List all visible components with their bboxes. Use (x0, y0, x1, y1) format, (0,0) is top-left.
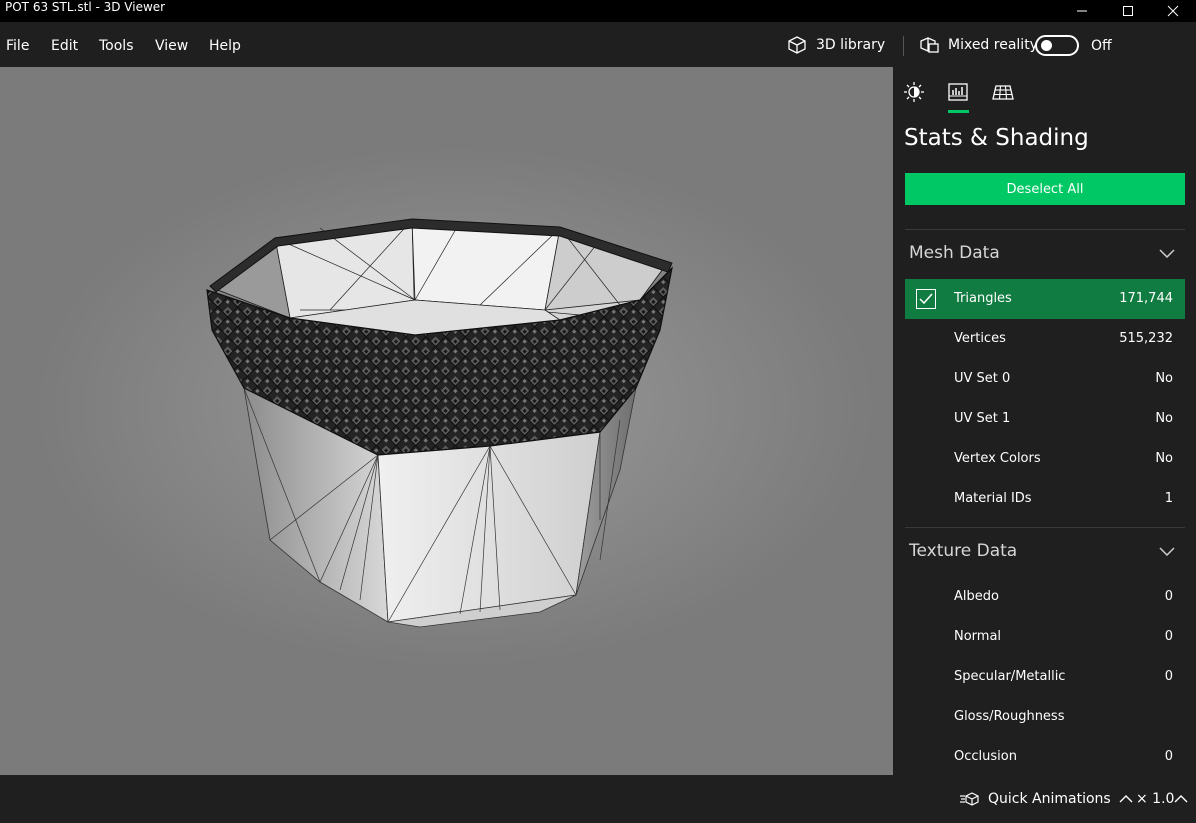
chevron-down-icon[interactable] (1159, 546, 1175, 556)
chevron-down-icon[interactable] (1159, 248, 1175, 258)
window-title: POT 63 STL.stl - 3D Viewer (5, 0, 166, 14)
quick-animations-label: Quick Animations (988, 791, 1111, 807)
mesh-row-material-ids[interactable]: Material IDs 1 (905, 479, 1185, 519)
row-value: 0 (1164, 749, 1173, 764)
chevron-up-icon[interactable] (1174, 794, 1188, 804)
3d-library-button[interactable]: 3D library (786, 34, 885, 56)
row-label: Triangles (954, 291, 1012, 306)
title-bar: POT 63 STL.stl - 3D Viewer (0, 0, 1196, 22)
mixed-reality-label: Mixed reality (948, 37, 1038, 53)
menu-help[interactable]: Help (209, 37, 241, 55)
animation-cube-icon (960, 792, 979, 806)
row-label: Specular/Metallic (954, 669, 1066, 684)
lighting-icon (904, 82, 924, 102)
3d-viewport[interactable] (0, 67, 893, 775)
checkbox-triangles[interactable] (916, 289, 936, 309)
texture-row-occlusion[interactable]: Occlusion 0 (905, 737, 1185, 775)
row-value: 515,232 (1119, 331, 1173, 346)
mesh-row-uv-set-1[interactable]: UV Set 1 No (905, 399, 1185, 439)
mixed-reality-button[interactable]: Mixed reality (918, 34, 1038, 56)
cube-icon (788, 36, 806, 54)
quick-animations-button[interactable]: Quick Animations (960, 789, 1133, 809)
mixed-reality-icon (920, 37, 939, 53)
section-divider (905, 527, 1185, 528)
row-value: 1 (1164, 491, 1173, 506)
texture-row-gloss-roughness[interactable]: Gloss/Roughness (905, 697, 1185, 737)
texture-row-normal[interactable]: Normal 0 (905, 617, 1185, 657)
mixed-reality-toggle[interactable] (1035, 35, 1079, 56)
row-label: Albedo (954, 589, 999, 604)
maximize-button[interactable] (1105, 0, 1151, 22)
row-label: Vertex Colors (954, 451, 1041, 466)
active-tab-indicator (948, 110, 969, 113)
row-value: 0 (1164, 669, 1173, 684)
speed-multiplier[interactable]: × 1.0 (1136, 791, 1174, 807)
mesh-row-vertex-colors[interactable]: Vertex Colors No (905, 439, 1185, 479)
row-label: Material IDs (954, 491, 1032, 506)
texture-row-specular-metallic[interactable]: Specular/Metallic 0 (905, 657, 1185, 697)
mesh-data-header[interactable]: Mesh Data (909, 243, 1000, 263)
status-bar: Quick Animations × 1.0 (0, 775, 1196, 823)
menu-tools[interactable]: Tools (99, 37, 134, 55)
minimize-icon (1077, 10, 1087, 12)
close-icon (1167, 5, 1179, 17)
deselect-all-button[interactable]: Deselect All (905, 173, 1185, 205)
tab-lighting[interactable] (902, 81, 926, 103)
row-value: 0 (1164, 589, 1173, 604)
row-value: No (1155, 371, 1173, 386)
grid-icon (992, 85, 1014, 100)
menu-file[interactable]: File (6, 37, 29, 55)
3d-library-label: 3D library (816, 37, 886, 53)
close-button[interactable] (1150, 0, 1196, 22)
pot-model (206, 218, 673, 628)
row-label: UV Set 0 (954, 371, 1011, 386)
tab-grid[interactable] (991, 81, 1015, 103)
section-divider (905, 229, 1185, 230)
row-value: 0 (1164, 629, 1173, 644)
texture-data-header[interactable]: Texture Data (909, 541, 1017, 561)
row-value: 171,744 (1119, 291, 1173, 306)
row-label: Gloss/Roughness (954, 709, 1065, 724)
row-label: Normal (954, 629, 1002, 644)
menu-bar: File Edit Tools View Help 3D library Mix… (0, 22, 1196, 67)
maximize-icon (1123, 6, 1133, 16)
row-label: Occlusion (954, 749, 1017, 764)
tab-stats[interactable] (946, 81, 970, 103)
row-value: No (1155, 451, 1173, 466)
stats-icon (948, 83, 968, 101)
panel-title: Stats & Shading (904, 125, 1089, 151)
mixed-reality-state: Off (1091, 38, 1112, 54)
menu-view[interactable]: View (155, 37, 188, 55)
minimize-button[interactable] (1059, 0, 1105, 22)
menu-edit[interactable]: Edit (51, 37, 78, 55)
row-value: No (1155, 411, 1173, 426)
checkmark-icon (919, 293, 933, 305)
row-label: UV Set 1 (954, 411, 1011, 426)
row-label: Vertices (954, 331, 1006, 346)
chevron-up-icon (1119, 795, 1133, 803)
mesh-row-uv-set-0[interactable]: UV Set 0 No (905, 359, 1185, 399)
mesh-row-vertices[interactable]: Vertices 515,232 (905, 319, 1185, 359)
mesh-row-triangles[interactable]: Triangles 171,744 (905, 279, 1185, 319)
stats-shading-panel: Stats & Shading Deselect All Mesh Data T… (893, 67, 1196, 775)
toggle-knob (1041, 40, 1052, 51)
texture-row-albedo[interactable]: Albedo 0 (905, 577, 1185, 617)
toolbar-divider (903, 36, 904, 56)
